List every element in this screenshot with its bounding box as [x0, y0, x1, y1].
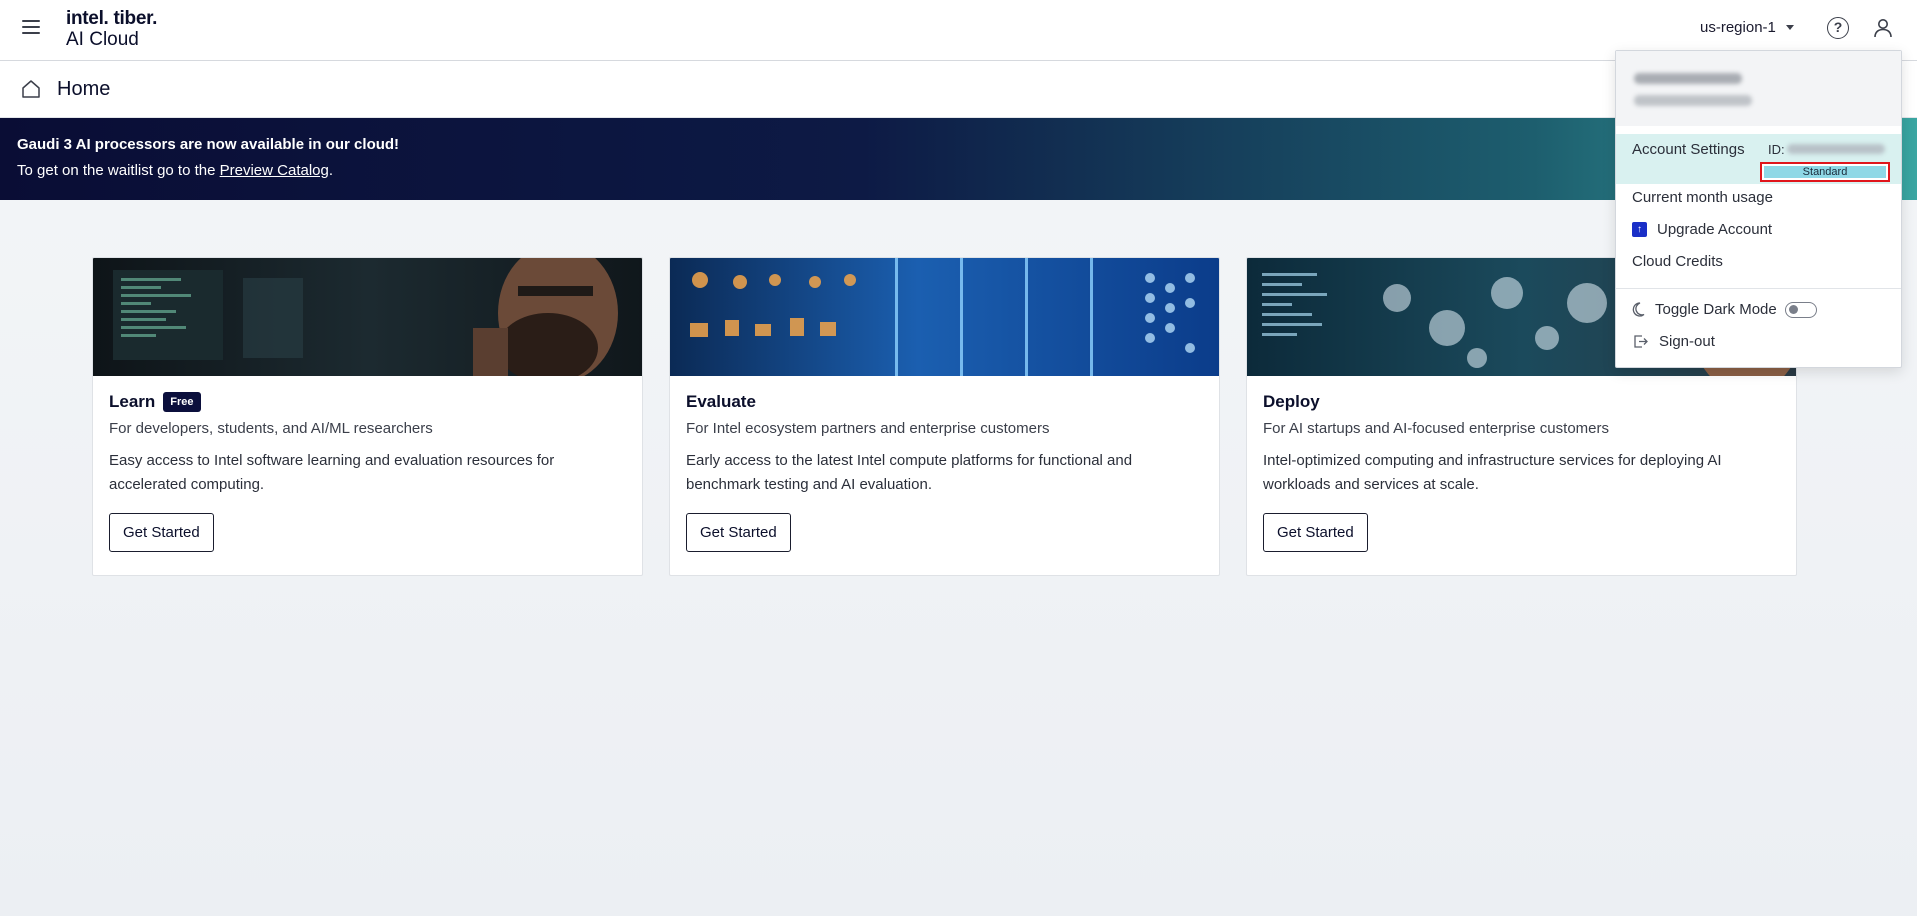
account-id-label: ID:	[1768, 142, 1785, 157]
deploy-get-started-button[interactable]: Get Started	[1263, 513, 1368, 552]
chevron-down-icon	[1785, 25, 1794, 30]
page-title: Home	[57, 78, 111, 100]
region-selector[interactable]: us-region-1	[1700, 19, 1794, 36]
account-type-badge: Standard	[1760, 162, 1890, 182]
current-month-usage-label: Current month usage	[1632, 189, 1773, 206]
evaluate-card: Evaluate For Intel ecosystem partners an…	[669, 257, 1220, 576]
toggle-dark-mode-item[interactable]: Toggle Dark Mode	[1632, 301, 1817, 318]
intel-tiber-logo[interactable]: intel. tiber. AI Cloud	[66, 9, 157, 49]
card-title: Learn	[109, 392, 156, 411]
sign-out-item[interactable]: Sign-out	[1632, 333, 1715, 350]
card-title: Evaluate	[686, 392, 756, 411]
user-account-dropdown: Account Settings ID: Standard Current mo…	[1615, 50, 1902, 368]
home-icon	[22, 80, 40, 98]
redacted-user-name	[1634, 73, 1742, 84]
account-settings-label: Account Settings	[1632, 141, 1745, 158]
evaluate-card-body: Evaluate For Intel ecosystem partners an…	[686, 392, 1206, 552]
region-label: us-region-1	[1700, 19, 1776, 36]
banner-text-suffix: .	[328, 162, 334, 179]
toggle-knob	[1788, 304, 1798, 314]
upgrade-arrow-icon: ↑	[1632, 222, 1647, 237]
moon-icon	[1632, 302, 1645, 317]
learn-card-body: Learn Free For developers, students, and…	[109, 392, 629, 552]
card-subtitle: For Intel ecosystem partners and enterpr…	[686, 420, 1050, 437]
card-subtitle: For developers, students, and AI/ML rese…	[109, 420, 433, 437]
redacted-user-email	[1634, 95, 1752, 106]
brand-wordmark: intel. tiber.	[66, 8, 158, 29]
current-month-usage-item[interactable]: Current month usage	[1632, 189, 1773, 206]
card-description: Early access to the latest Intel compute…	[686, 452, 1133, 493]
learn-get-started-button[interactable]: Get Started	[109, 513, 214, 552]
user-account-icon[interactable]	[1872, 17, 1894, 39]
card-subtitle: For AI startups and AI-focused enterpris…	[1263, 420, 1609, 437]
sign-out-icon	[1634, 335, 1648, 348]
evaluate-card-image	[670, 258, 1219, 376]
account-type-label: Standard	[1764, 166, 1886, 178]
upgrade-account-item[interactable]: ↑ Upgrade Account	[1632, 221, 1772, 238]
upgrade-account-label: Upgrade Account	[1657, 221, 1773, 238]
learn-card: Learn Free For developers, students, and…	[92, 257, 643, 576]
deploy-card-body: Deploy For AI startups and AI-focused en…	[1263, 392, 1783, 552]
free-badge: Free	[163, 392, 201, 412]
dark-mode-toggle-switch[interactable]	[1784, 301, 1817, 318]
learn-card-image	[93, 258, 642, 376]
cloud-credits-label: Cloud Credits	[1632, 253, 1723, 270]
sign-out-label: Sign-out	[1659, 333, 1715, 350]
banner-text-prefix: To get on the waitlist go to the	[17, 162, 220, 179]
redacted-account-id	[1787, 144, 1885, 154]
help-icon[interactable]: ?	[1827, 17, 1849, 39]
evaluate-get-started-button[interactable]: Get Started	[686, 513, 791, 552]
preview-catalog-link[interactable]: Preview Catalog	[220, 162, 329, 179]
account-settings-item[interactable]: Account Settings ID: Standard	[1616, 134, 1901, 184]
user-info-redacted	[1616, 51, 1901, 126]
cloud-credits-item[interactable]: Cloud Credits	[1632, 253, 1723, 270]
hamburger-menu-icon[interactable]	[22, 20, 40, 36]
brand-subtitle: AI Cloud	[66, 29, 139, 50]
card-description: Easy access to Intel software learning a…	[109, 452, 555, 493]
menu-divider	[1616, 288, 1901, 289]
card-description: Intel-optimized computing and infrastruc…	[1263, 452, 1722, 493]
card-title: Deploy	[1263, 392, 1320, 411]
toggle-dark-mode-label: Toggle Dark Mode	[1655, 301, 1777, 318]
